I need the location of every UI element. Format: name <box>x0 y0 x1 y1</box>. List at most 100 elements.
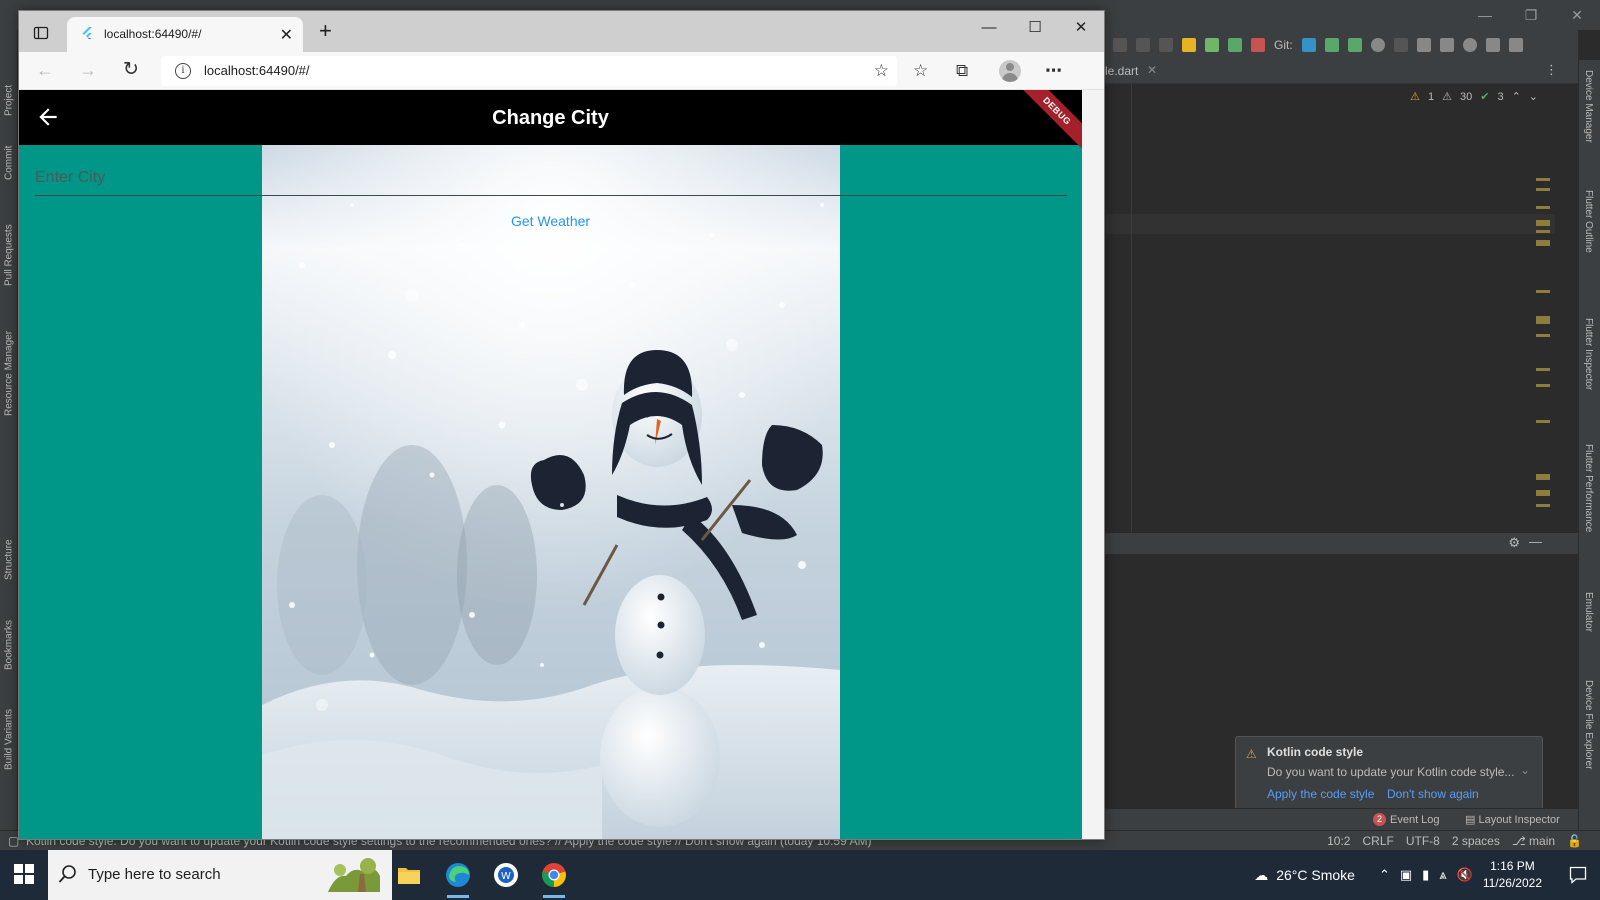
layout-inspector-button[interactable]: ▤ Layout Inspector <box>1465 813 1560 826</box>
windows-start-icon[interactable] <box>14 864 34 884</box>
tool-window-emulator[interactable]: Emulator <box>1583 592 1594 632</box>
chevron-down-icon[interactable]: ⌄ <box>1529 90 1538 103</box>
city-text-field[interactable] <box>35 160 1067 196</box>
camera-icon[interactable]: ▣ <box>1400 867 1412 883</box>
profile-avatar[interactable] <box>999 60 1021 82</box>
caret-position[interactable]: 10:2 <box>1327 834 1350 848</box>
tab-close-icon[interactable]: ✕ <box>280 25 293 45</box>
weather-icon: ☁ <box>1254 866 1269 883</box>
tool-window-structure[interactable]: Structure <box>0 530 18 590</box>
editor-tab-close-icon[interactable]: ✕ <box>1147 63 1157 77</box>
close-icon[interactable]: ✕ <box>1058 11 1104 43</box>
tool-window-build-variants[interactable]: Build Variants <box>0 700 18 780</box>
browser-tab[interactable]: localhost:64490/#/ ✕ <box>67 17 303 52</box>
notification-center-button[interactable] <box>1556 866 1600 884</box>
file-encoding[interactable]: UTF-8 <box>1406 834 1440 848</box>
minimize-icon[interactable]: — <box>966 11 1012 43</box>
bug-icon[interactable] <box>1113 38 1127 52</box>
taskbar-search-box[interactable]: Type here to search <box>48 850 392 900</box>
address-bar[interactable]: i localhost:64490/#/ ☆ <box>161 56 897 86</box>
event-log-button[interactable]: 2 Event Log <box>1373 813 1440 826</box>
tool-window-device-file-explorer[interactable]: Device File Explorer <box>1583 680 1594 769</box>
tool-window-pull-requests[interactable]: Pull Requests <box>0 210 18 300</box>
tab-title: localhost:64490/#/ <box>104 27 202 41</box>
weather-widget[interactable]: ☁ 26°C Smoke <box>1254 867 1355 884</box>
file-explorer-taskbar-button[interactable] <box>392 858 426 892</box>
sdk-manager-icon[interactable] <box>1439 38 1454 52</box>
update-icon[interactable] <box>1508 38 1523 52</box>
edge-taskbar-button[interactable] <box>441 858 475 898</box>
forward-icon[interactable]: → <box>79 60 97 80</box>
tab-actions-icon <box>33 26 49 40</box>
editor-gutter <box>1131 84 1132 532</box>
collections-icon[interactable]: ⧉ <box>956 61 968 81</box>
ide-restore-icon[interactable]: ❐ <box>1508 0 1554 30</box>
device-manager-icon[interactable] <box>1416 38 1431 52</box>
git-update-icon[interactable] <box>1301 38 1316 52</box>
site-info-icon[interactable]: i <box>175 63 191 79</box>
wifi-icon[interactable]: ⩓ <box>1439 867 1446 883</box>
apply-code-style-link[interactable]: Apply the code style <box>1267 787 1374 801</box>
notification-center-icon <box>1569 866 1587 884</box>
search-icon[interactable] <box>1462 38 1477 52</box>
history-icon[interactable] <box>1370 38 1385 52</box>
panel-minimize-icon[interactable]: — <box>1529 534 1542 549</box>
ide-close-icon[interactable]: ✕ <box>1554 0 1600 30</box>
tool-window-bookmarks[interactable]: Bookmarks <box>0 610 18 680</box>
tabs-menu-icon[interactable]: ⋮ <box>1545 62 1558 78</box>
word-taskbar-button[interactable]: W <box>489 858 523 892</box>
more-options-icon[interactable]: ⋯ <box>1045 61 1062 81</box>
editor-tab-file[interactable]: le.dart <box>1105 64 1138 78</box>
back-icon[interactable]: ← <box>36 60 54 80</box>
expand-chevron-icon[interactable]: ⌄ <box>1520 763 1530 777</box>
add-favorite-icon[interactable]: ☆ <box>874 61 889 81</box>
ide-minimize-icon[interactable]: — <box>1462 0 1508 30</box>
chrome-taskbar-button[interactable] <box>537 858 571 898</box>
panel-gear-icon[interactable]: ⚙ <box>1508 535 1520 551</box>
tool-window-flutter-inspector[interactable]: Flutter Inspector <box>1583 318 1594 390</box>
warning-count-b: 30 <box>1459 90 1473 103</box>
reload-icon[interactable]: ↻ <box>123 60 139 80</box>
city-input[interactable] <box>35 160 1067 195</box>
notification-title: Kotlin code style <box>1267 745 1364 759</box>
dont-show-again-link[interactable]: Don't show again <box>1387 787 1479 801</box>
new-tab-icon[interactable]: + <box>319 20 332 42</box>
tool-window-flutter-outline[interactable]: Flutter Outline <box>1583 190 1594 253</box>
debug-icon[interactable] <box>1228 38 1242 52</box>
get-weather-button[interactable]: Get Weather <box>19 213 1082 229</box>
url-text[interactable]: localhost:64490/#/ <box>204 63 310 78</box>
git-push-icon[interactable] <box>1347 38 1362 52</box>
ide-code-editor[interactable]: ⚠ 1 ⚠ 30 ✔ 3 ⌃ ⌄ <box>1105 84 1578 532</box>
rollback-icon[interactable] <box>1393 38 1408 52</box>
favorites-icon[interactable]: ☆ <box>913 61 928 81</box>
git-branch[interactable]: ⎇ main <box>1512 834 1555 848</box>
edge-icon <box>446 863 470 887</box>
hot-restart-icon[interactable] <box>1205 38 1219 52</box>
tool-window-project[interactable]: Project <box>0 70 18 130</box>
check-icon: ✔ <box>1480 91 1490 103</box>
tool-window-flutter-performance[interactable]: Flutter Performance <box>1583 444 1594 532</box>
stop-icon[interactable] <box>1251 38 1265 52</box>
ide-right-tool-strip: Device Manager Flutter Outline Flutter I… <box>1578 60 1600 850</box>
git-commit-icon[interactable] <box>1324 38 1339 52</box>
chevron-up-icon[interactable]: ⌃ <box>1512 90 1521 103</box>
chevron-up-icon[interactable]: ⌃ <box>1379 867 1390 883</box>
tool-window-device-manager[interactable]: Device Manager <box>1583 70 1594 143</box>
inspection-widget[interactable]: ⚠ 1 ⚠ 30 ✔ 3 ⌃ ⌄ <box>1410 90 1538 104</box>
hot-reload-icon[interactable] <box>1182 38 1196 52</box>
indent-setting[interactable]: 2 spaces <box>1452 834 1500 848</box>
tab-actions-button[interactable] <box>27 21 55 45</box>
line-separator[interactable]: CRLF <box>1362 834 1393 848</box>
settings-gear-icon[interactable] <box>1485 38 1500 52</box>
tool-window-commit[interactable]: Commit <box>0 138 18 188</box>
attach-icon[interactable] <box>1159 38 1173 52</box>
taskbar-clock[interactable]: 1:16 PM 11/26/2022 <box>1483 858 1542 892</box>
lock-icon[interactable]: 🔓 <box>1567 834 1582 848</box>
battery-icon[interactable]: ▮ <box>1422 867 1429 883</box>
tool-window-resource-manager[interactable]: Resource Manager <box>0 318 18 428</box>
notification-body: Do you want to update your Kotlin code s… <box>1267 765 1515 779</box>
volume-mute-icon[interactable]: 🔇 <box>1457 867 1473 883</box>
maximize-icon[interactable]: ☐ <box>1012 11 1058 43</box>
app-viewport: Change City DEBUG Get Weather <box>19 90 1082 839</box>
profile-icon[interactable] <box>1136 38 1150 52</box>
